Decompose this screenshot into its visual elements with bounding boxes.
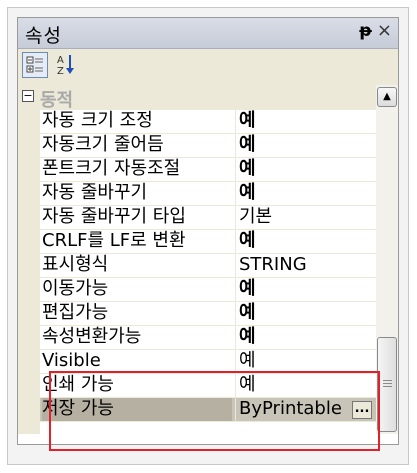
property-row[interactable]: 폰트크기 자동조절 예	[40, 158, 376, 182]
property-value[interactable]: 예	[239, 374, 374, 397]
property-value[interactable]: 예	[239, 278, 374, 301]
row-gutter	[18, 110, 40, 434]
column-divider[interactable]	[235, 398, 236, 422]
property-row[interactable]: 자동 줄바꾸기 타입 기본	[40, 206, 376, 230]
property-name: 자동 줄바꾸기 타입	[42, 206, 186, 227]
category-label: 동적	[40, 90, 74, 111]
column-divider[interactable]	[235, 326, 236, 350]
property-grid: − 동적 자동 크기 조정 예 자동크기 줄어듬 예 폰트크기 자동조절 예 자동 줄바꾸기…	[18, 85, 398, 444]
property-value-text: 예	[239, 182, 256, 203]
property-name: 표시형식	[42, 254, 109, 275]
alphabetical-sort-button[interactable]: A Z	[54, 52, 80, 78]
property-name: 저장 가능	[42, 398, 232, 421]
property-name: 속성변환가능	[42, 326, 142, 347]
property-value[interactable]: 예	[239, 326, 374, 349]
column-divider[interactable]	[235, 278, 236, 302]
collapse-toggle[interactable]: −	[22, 90, 34, 102]
property-value[interactable]: 예	[239, 110, 374, 133]
alphabetical-sort-icon: A Z	[57, 55, 74, 77]
scroll-grip-icon	[383, 380, 392, 389]
column-divider[interactable]	[235, 110, 236, 134]
column-divider[interactable]	[235, 374, 236, 398]
property-row[interactable]: 자동 줄바꾸기 예	[40, 182, 376, 206]
property-row[interactable]: 이동가능 예	[40, 278, 376, 302]
property-name: Visible	[42, 350, 101, 371]
property-name: 인쇄 가능	[42, 374, 114, 395]
property-row[interactable]: CRLF를 LF로 변환 예	[40, 230, 376, 254]
close-icon[interactable]: ×	[377, 20, 392, 41]
property-row[interactable]: 자동크기 줄어듬 예	[40, 134, 376, 158]
property-value[interactable]: 예	[239, 230, 374, 253]
property-value-text: 예	[239, 158, 256, 179]
column-divider[interactable]	[235, 158, 236, 182]
panel-toolbar: A Z	[18, 49, 398, 85]
panel-titlebar: 속성 ᵽ ×	[18, 18, 398, 49]
property-value-text: 기본	[239, 206, 273, 227]
property-value-text: 예	[239, 278, 256, 299]
property-row[interactable]: 속성변환가능 예	[40, 326, 376, 350]
categorized-view-icon	[26, 56, 43, 73]
property-value-text: 예	[239, 134, 256, 155]
column-divider[interactable]	[235, 230, 236, 254]
property-row[interactable]: 자동 크기 조정 예	[40, 110, 376, 134]
property-value-text: 예	[239, 350, 256, 371]
category-row-dynamic[interactable]: − 동적	[18, 85, 376, 111]
column-divider[interactable]	[235, 182, 236, 206]
column-divider[interactable]	[235, 206, 236, 230]
property-row[interactable]: 저장 가능 ByPrintable...	[40, 398, 376, 422]
property-value-text: 예	[239, 326, 256, 347]
property-value[interactable]: 예	[239, 182, 374, 205]
categorized-view-button[interactable]	[22, 52, 48, 78]
column-divider[interactable]	[235, 302, 236, 326]
property-value-text: 예	[239, 230, 256, 251]
svg-text:Z: Z	[57, 66, 64, 76]
property-value[interactable]: STRING	[239, 254, 374, 277]
property-row[interactable]: 편집가능 예	[40, 302, 376, 326]
property-value-text: STRING	[239, 254, 307, 275]
panel-title: 속성	[25, 25, 62, 47]
property-name: 편집가능	[42, 302, 109, 323]
property-name: 이동가능	[42, 278, 109, 299]
column-divider[interactable]	[235, 134, 236, 158]
svg-text:A: A	[57, 55, 64, 66]
ellipsis-button[interactable]: ...	[352, 401, 372, 419]
property-value[interactable]: 예	[239, 134, 374, 157]
property-value[interactable]: 예	[239, 302, 374, 325]
properties-panel: 속성 ᵽ × A Z − 동적 자동 크기 조정 예 자동크기 줄어듬 예 폰트…	[17, 17, 399, 445]
property-value[interactable]: 기본	[239, 206, 374, 229]
property-value[interactable]: 예	[239, 350, 374, 373]
property-name: 자동 줄바꾸기	[42, 182, 148, 203]
scroll-thumb[interactable]	[377, 337, 397, 432]
property-value-text: 예	[239, 110, 256, 131]
property-name: CRLF를 LF로 변환	[42, 230, 186, 251]
property-row[interactable]: 표시형식 STRING	[40, 254, 376, 278]
property-value-text: 예	[239, 374, 256, 395]
scroll-up-button[interactable]: ▲	[377, 87, 397, 107]
property-value[interactable]: ByPrintable...	[239, 398, 374, 421]
property-name: 폰트크기 자동조절	[42, 158, 181, 179]
property-name: 자동크기 줄어듬	[42, 134, 164, 155]
property-row[interactable]: 인쇄 가능 예	[40, 374, 376, 398]
property-name: 자동 크기 조정	[42, 110, 153, 131]
property-value-text: ByPrintable	[239, 398, 342, 419]
column-divider[interactable]	[235, 254, 236, 278]
vertical-scrollbar[interactable]: ▲	[376, 85, 398, 434]
property-row[interactable]: Visible 예	[40, 350, 376, 374]
pin-icon[interactable]: ᵽ	[359, 21, 372, 41]
property-value-text: 예	[239, 302, 256, 323]
property-value[interactable]: 예	[239, 158, 374, 181]
column-divider[interactable]	[235, 350, 236, 374]
